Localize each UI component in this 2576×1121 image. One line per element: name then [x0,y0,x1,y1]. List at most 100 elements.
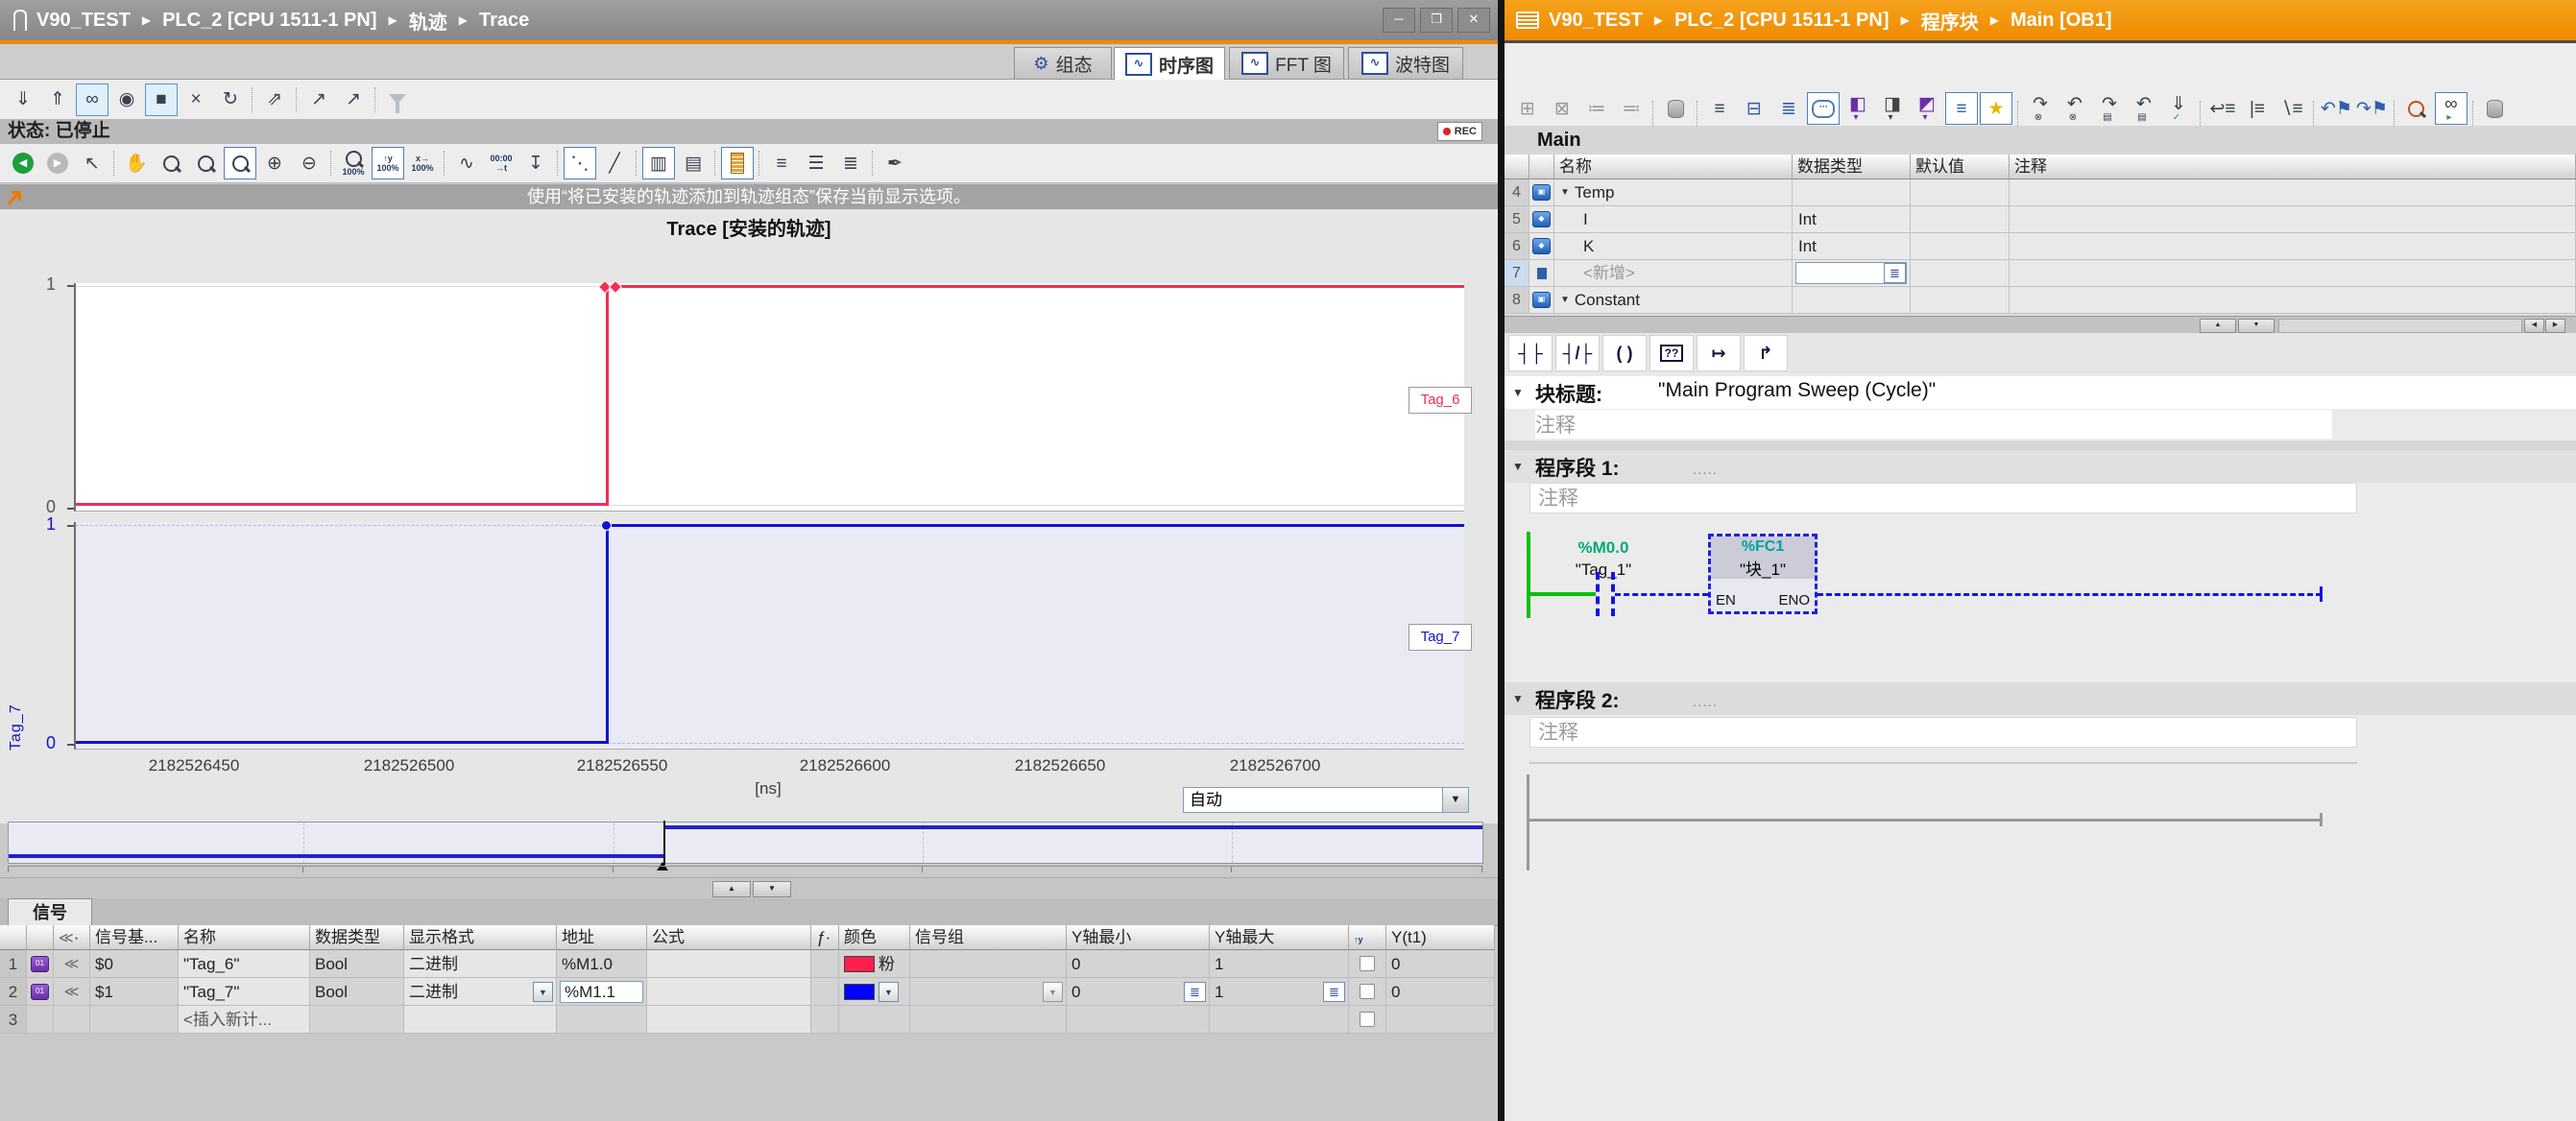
restore-button[interactable]: ❐ [1420,8,1453,33]
cursor-select-icon[interactable]: ↖ [76,147,108,179]
iface-row-k[interactable]: 6 ◆ K Int [1505,233,2576,260]
jump-label-icon[interactable]: ◩▾ [1911,92,1943,125]
add-row-icon[interactable]: ≕ [1615,92,1648,125]
zoom-select-icon[interactable] [155,147,187,179]
eno-pin[interactable]: ENO [1778,592,1810,608]
signal-row-tag7[interactable]: 2 01 ≪ $1 "Tag_7" Bool 二进制 ▼ %M1.1 ▼ ▼ 0… [0,978,1495,1006]
coil-icon[interactable]: ( ) [1602,335,1647,371]
zoom-dynamic-icon[interactable] [189,147,222,179]
time-align-icon[interactable]: 00:00→t [485,147,518,179]
branch-open-icon[interactable]: ◧▾ [1842,92,1874,125]
vertical-grid-icon[interactable]: ▥ [642,147,675,179]
timebase-select[interactable]: 自动 ▼ [1183,787,1469,813]
tab-fft-diagram[interactable]: ∿ FFT 图 [1229,47,1344,79]
splitter-collapse-up-button[interactable]: ▲ [2200,319,2236,333]
breadcrumb-main-ob1[interactable]: Main [OB1] [2010,10,2112,32]
format-dropdown-button[interactable]: ▼ [533,982,553,1002]
network1-header[interactable]: ▼ 程序段 1: ..... [1505,450,2576,483]
col-ymax[interactable]: Y轴最大 [1210,925,1349,950]
breadcrumb-plc[interactable]: PLC_2 [CPU 1511-1 PN] [162,10,376,32]
datatype-list-button[interactable]: ≣ [1884,263,1906,283]
collapse-arrow-icon[interactable]: ▼ [1512,460,1524,473]
curve-interpolation-icon[interactable]: ∿ [450,147,483,179]
block-title-row[interactable]: ▼ 块标题: "Main Program Sweep (Cycle)" [1505,376,2576,409]
col-name[interactable]: 名称 [179,925,310,950]
breadcrumb-project[interactable]: V90_TEST [36,10,131,32]
datatype-input[interactable]: ≣ [1795,262,1907,284]
iface-row-temp[interactable]: 4 ▣ ▼Temp [1505,179,2576,206]
color-dropdown-button[interactable]: ▼ [879,982,899,1002]
col-color[interactable]: 颜色 [839,925,910,950]
zoom-out-icon[interactable]: ⊖ [293,147,325,179]
chart-table-splitter[interactable]: ▲ ▼ [0,877,1498,900]
tab-time-diagram[interactable]: ∿ 时序图 [1114,47,1225,81]
bookmark-previous-icon[interactable]: ↶⚑ [2320,92,2353,125]
delete-network-icon[interactable]: ⊠ [1546,92,1578,125]
scroll-right-icon[interactable]: ▶ [2545,319,2565,333]
en-pin[interactable]: EN [1716,592,1736,608]
ruler-icon[interactable] [721,147,754,179]
horizontal-scrollbar[interactable] [2278,319,2522,333]
export-trace-icon[interactable]: ↗ [302,83,335,116]
redo-card-icon[interactable]: ↷▤ [2093,92,2126,125]
splitter-collapse-up-button[interactable]: ▲ [712,881,751,897]
iface-row-new[interactable]: 7 <新增> ≣ [1505,260,2576,287]
legend-list-icon[interactable]: ≡ [765,147,798,179]
yscale-column-icon[interactable]: ↑y100% [1349,925,1386,950]
col-address[interactable]: 地址 [557,925,647,950]
horizontal-grid-icon[interactable]: ▤ [677,147,710,179]
col-yt1[interactable]: Y(t1) [1386,925,1495,950]
bookmark-next-icon[interactable]: ↷⚑ [2355,92,2389,125]
scroll-left-icon[interactable]: ◀ [2524,319,2544,333]
col-datatype[interactable]: 数据类型 [310,925,404,950]
breadcrumb-project[interactable]: V90_TEST [1549,10,1643,32]
legend-right-icon[interactable]: ≣ [834,147,867,179]
signal-row-new[interactable]: 3 <插入新计... [0,1006,1495,1034]
breadcrumb-program-blocks[interactable]: 程序块 [1921,7,1979,35]
speaker-icon[interactable]: ≪ [64,950,80,978]
color-cell[interactable]: ▼ [839,978,910,1006]
collapse-arrow-icon[interactable]: ▼ [1512,386,1524,399]
tab-configuration[interactable]: ⚙ 组态 [1014,47,1112,79]
filter-icon[interactable] [381,83,414,116]
close-branch-icon[interactable]: ↱ [1744,335,1788,371]
insert-network-icon[interactable]: ⊞ [1511,92,1544,125]
zoom-100-icon[interactable]: 100% [337,147,370,179]
absolute-relative-icon[interactable]: ≡ [1703,92,1736,125]
col-group[interactable]: 信号组 [910,925,1067,950]
col-default[interactable]: 默认值 [1911,155,2010,179]
tab-signals[interactable]: 信号 [8,898,92,926]
branch-close-icon[interactable]: ◨▾ [1876,92,1909,125]
expand-arrow-icon[interactable]: ▼ [1560,287,1570,314]
interface-code-splitter[interactable]: ▲ ▼ ◀ ▶ [1505,316,2576,335]
col-format[interactable]: 显示格式 [404,925,557,950]
network2-title-placeholder[interactable]: ..... [1693,694,1718,710]
y-scale-checkbox[interactable] [1360,956,1375,971]
col-datatype[interactable]: 数据类型 [1793,155,1911,179]
col-ymin[interactable]: Y轴最小 [1067,925,1210,950]
ymin-list-button[interactable]: ≣ [1184,982,1206,1002]
tag6-legend-chip[interactable]: Tag_6 [1408,387,1472,414]
color-swatch[interactable] [844,984,875,1000]
expand-arrow-icon[interactable]: ▼ [1560,179,1570,206]
collapse-arrow-icon[interactable]: ▼ [1512,692,1524,705]
network-list-icon[interactable]: ≣ [1772,92,1805,125]
transfer-trace-icon[interactable]: ⇗ [258,83,291,116]
network1-comment[interactable]: 注释 [1529,483,2357,513]
network-collapse-icon[interactable]: ≡ [1945,92,1978,125]
contact-tag[interactable]: "Tag_1" [1546,560,1661,580]
network1-title-placeholder[interactable]: ..... [1693,462,1718,478]
zoom-move-icon[interactable] [224,147,256,179]
pan-hand-icon[interactable]: ✋ [120,147,153,179]
speaker-column-icon[interactable]: ≪· [54,925,90,950]
breadcrumb-plc[interactable]: PLC_2 [CPU 1511-1 PN] [1674,10,1889,32]
block-title-value[interactable]: "Main Program Sweep (Cycle)" [1658,379,1936,402]
contact-bar-icon[interactable] [1596,572,1600,616]
overview-cursor[interactable] [663,821,665,865]
snapshot-pen-icon[interactable]: ✒ [879,147,911,179]
window-divider[interactable] [1498,0,1505,1121]
iface-row-i[interactable]: 5 ◆ I Int [1505,206,2576,233]
tag7-legend-chip[interactable]: Tag_7 [1408,624,1472,651]
repeat-measurement-icon[interactable]: ↻ [214,83,247,116]
address-input[interactable]: %M1.1 [560,981,643,1003]
